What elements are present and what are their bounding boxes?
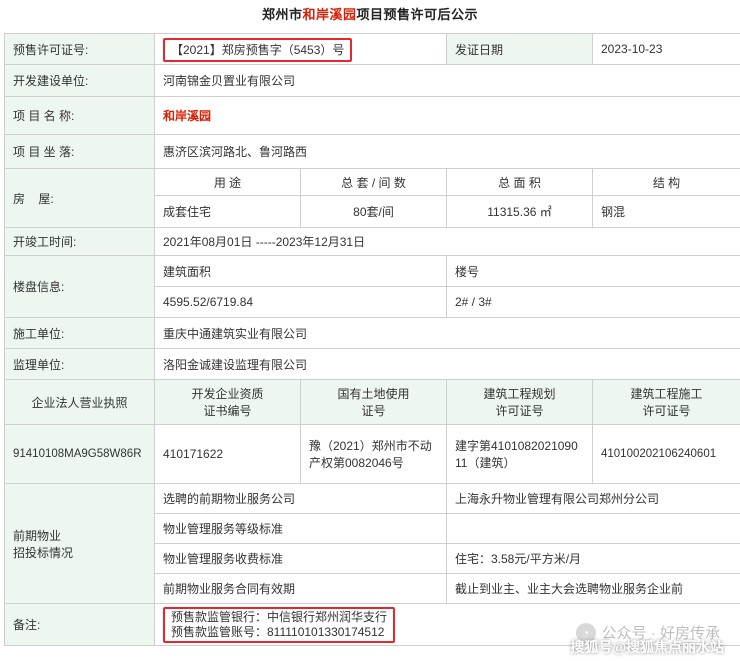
permit-value: 【2021】郑房预售字（5453）号	[163, 37, 353, 62]
issue-date-label: 发证日期	[446, 33, 593, 65]
license-header-qualification: 开发企业资质 证书编号	[154, 379, 301, 425]
developer-label: 开发建设单位:	[4, 64, 155, 97]
contractor-value: 重庆中通建筑实业有限公司	[154, 317, 740, 349]
housing-label: 房 屋:	[4, 168, 155, 228]
license-land-value: 豫（2021）郑州市不动产权第0082046号	[300, 424, 447, 484]
license-planning-value: 建字第410108202109011（建筑）	[446, 424, 593, 484]
license-header-construction: 建筑工程施工 许可证号	[592, 379, 740, 425]
supervisor-label: 监理单位:	[4, 348, 155, 380]
license-construction-value: 410100202106240601	[592, 424, 740, 484]
housing-use-value: 成套住宅	[154, 195, 301, 228]
housing-area-value: 11315.36 ㎡	[446, 195, 593, 228]
contractor-label: 施工单位:	[4, 317, 155, 349]
property-mgmt-label: 前期物业 招投标情况	[4, 483, 155, 604]
area-value: 4595.52/6719.84	[154, 286, 447, 318]
pm-key-1: 选聘的前期物业服务公司	[154, 483, 447, 514]
construction-time-value: 2021年08月01日 -----2023年12月31日	[154, 227, 740, 256]
row-construction-time: 开竣工时间: 2021年08月01日 -----2023年12月31日	[4, 227, 740, 256]
project-name-value: 和岸溪园	[154, 96, 740, 135]
license-header-business: 企业法人营业执照	[4, 379, 155, 425]
row-supervisor: 监理单位: 洛阳金诚建设监理有限公司	[4, 348, 740, 380]
row-license-headers: 企业法人营业执照 开发企业资质 证书编号 国有土地使用 证号 建筑工程规划 许可…	[4, 379, 740, 425]
pm-key-4: 前期物业服务合同有效期	[154, 573, 447, 604]
construction-time-label: 开竣工时间:	[4, 227, 155, 256]
row-developer: 开发建设单位: 河南锦金贝置业有限公司	[4, 64, 740, 97]
location-label: 项 目 坐 落:	[4, 134, 155, 169]
building-info-label: 楼盘信息:	[4, 255, 155, 318]
license-business-value: 91410108MA9G58W86R	[4, 424, 155, 484]
housing-header-count: 总 套 / 间 数	[300, 168, 447, 196]
pm-val-3: 住宅：3.58元/平方米/月	[446, 543, 740, 574]
remark-label: 备注:	[4, 603, 155, 646]
presale-permit-table: 预售许可证号: 【2021】郑房预售字（5453）号 发证日期 2023-10-…	[4, 33, 740, 646]
license-header-planning: 建筑工程规划 许可证号	[446, 379, 593, 425]
pm-val-2	[446, 513, 740, 544]
issue-date-value: 2023-10-23	[592, 33, 740, 65]
pm-key-2: 物业管理服务等级标准	[154, 513, 447, 544]
supervision-bank: 预售款监管银行：中信银行郑州润华支行	[171, 609, 388, 624]
sohu-watermark: 搜狐号@搜狐焦点丽水站	[570, 639, 724, 655]
supervision-account: 预售款监管账号：811110101330174512	[171, 624, 385, 639]
housing-header-use: 用 途	[154, 168, 301, 196]
area-label: 建筑面积	[154, 255, 447, 287]
pm-val-4: 截止到业主、业主大会选聘物业服务企业前	[446, 573, 740, 604]
row-contractor: 施工单位: 重庆中通建筑实业有限公司	[4, 317, 740, 349]
location-value: 惠济区滨河路北、鲁河路西	[154, 134, 740, 169]
housing-count-value: 80套/间	[300, 195, 447, 228]
project-name-label: 项 目 名 称:	[4, 96, 155, 135]
housing-structure-value: 钢混	[592, 195, 740, 228]
row-pm-1: 前期物业 招投标情况 选聘的前期物业服务公司 上海永升物业管理有限公司郑州分公司	[4, 483, 740, 604]
pm-key-3: 物业管理服务收费标准	[154, 543, 447, 574]
row-license-values: 91410108MA9G58W86R 410171622 豫（2021）郑州市不…	[4, 424, 740, 484]
housing-header-structure: 结 构	[592, 168, 740, 196]
row-permit: 预售许可证号: 【2021】郑房预售字（5453）号 发证日期 2023-10-…	[4, 33, 740, 65]
remark-box: 预售款监管银行：中信银行郑州润华支行 预售款监管账号：8111101013301…	[163, 606, 396, 643]
permit-label: 预售许可证号:	[4, 33, 155, 65]
supervisor-value: 洛阳金诚建设监理有限公司	[154, 348, 740, 380]
row-building-info-1: 楼盘信息: 建筑面积 楼号	[4, 255, 740, 318]
pm-val-1: 上海永升物业管理有限公司郑州分公司	[446, 483, 740, 514]
license-qualification-value: 410171622	[154, 424, 301, 484]
row-housing-headers: 房 屋: 用 途 总 套 / 间 数 总 面 积 结 构	[4, 168, 740, 228]
building-number-value: 2# / 3#	[446, 286, 740, 318]
page-title: 郑州市和岸溪园项目预售许可后公示	[261, 7, 479, 22]
building-number-label: 楼号	[446, 255, 740, 287]
developer-value: 河南锦金贝置业有限公司	[154, 64, 740, 97]
license-header-land: 国有土地使用 证号	[300, 379, 447, 425]
row-location: 项 目 坐 落: 惠济区滨河路北、鲁河路西	[4, 134, 740, 169]
housing-header-area: 总 面 积	[446, 168, 593, 196]
permit-value-cell: 【2021】郑房预售字（5453）号	[154, 33, 447, 65]
row-project-name: 项 目 名 称: 和岸溪园	[4, 96, 740, 135]
